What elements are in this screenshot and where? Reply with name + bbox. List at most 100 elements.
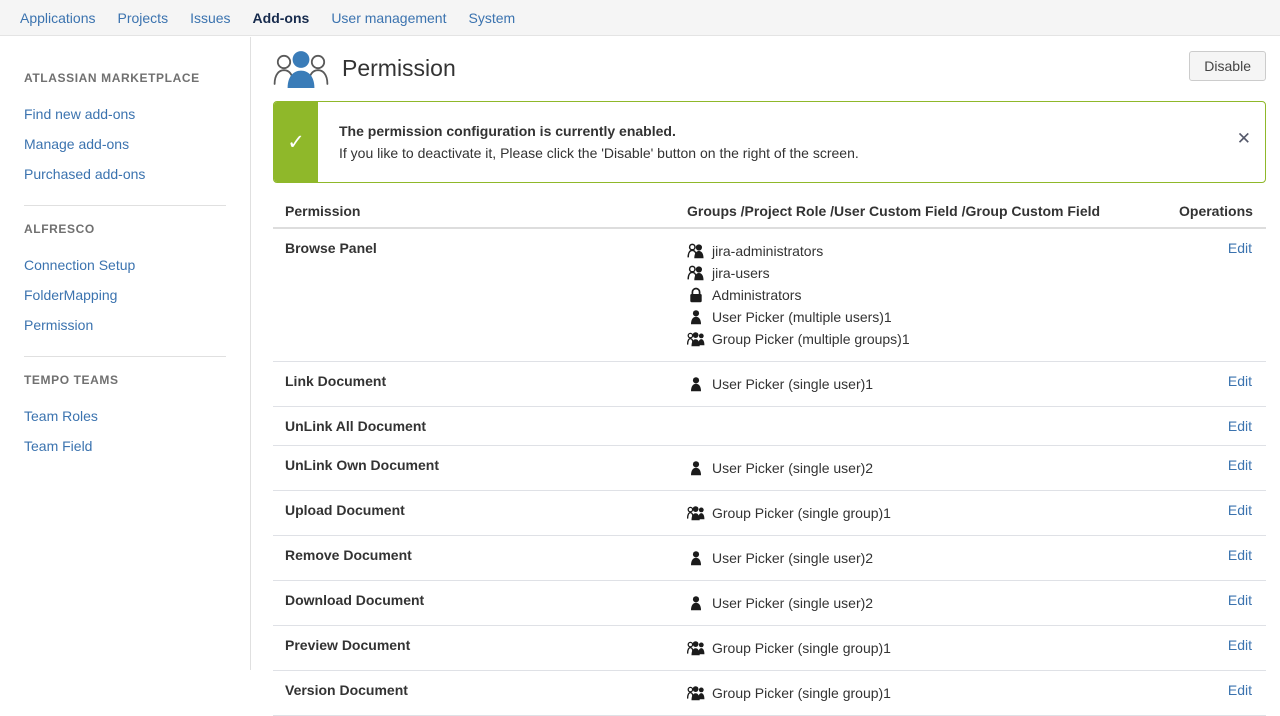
permission-name: Upload Document xyxy=(273,490,675,536)
sidebar-group-heading: TEMPO TEAMS xyxy=(24,373,119,387)
edit-link[interactable]: Edit xyxy=(1228,547,1252,563)
banner-title: The permission configuration is currentl… xyxy=(339,123,676,139)
sidebar-item-find-new-add-ons[interactable]: Find new add-ons xyxy=(0,99,250,129)
sidebar-group: ATLASSIAN MARKETPLACE Find new add-ons Man… xyxy=(0,71,250,189)
permissions-table: Permission Groups /Project Role /User Cu… xyxy=(273,197,1266,716)
permission-grants: User Picker (single user)2 xyxy=(675,445,1167,491)
top-nav-tab-label: User management xyxy=(331,10,447,26)
permission-name: UnLink Own Document xyxy=(273,445,675,491)
lock-icon xyxy=(687,287,705,303)
edit-link[interactable]: Edit xyxy=(1228,240,1252,256)
top-nav-tab-issues[interactable]: Issues xyxy=(179,0,241,36)
edit-link[interactable]: Edit xyxy=(1228,457,1252,473)
top-nav-tab-applications[interactable]: Applications xyxy=(9,0,107,36)
edit-link[interactable]: Edit xyxy=(1228,418,1252,434)
top-nav-tab-label: Projects xyxy=(117,10,169,26)
group-icon xyxy=(687,265,705,281)
grant-entry: Administrators xyxy=(687,284,1159,306)
top-nav-tab-label: System xyxy=(468,10,516,26)
grant-label: jira-users xyxy=(712,265,770,281)
grant-label: Administrators xyxy=(712,287,802,303)
sidebar-item-team-field[interactable]: Team Field xyxy=(0,431,250,461)
user-icon xyxy=(687,595,705,611)
permission-name: Preview Document xyxy=(273,625,675,671)
operations-cell: Edit xyxy=(1167,670,1266,716)
operations-cell: Edit xyxy=(1167,445,1266,491)
user-icon xyxy=(687,309,705,325)
operations-cell: Edit xyxy=(1167,535,1266,581)
grant-entry: Group Picker (single group)1 xyxy=(687,502,1159,524)
sidebar-item-purchased-add-ons[interactable]: Purchased add-ons xyxy=(0,159,250,189)
column-header-permission: Permission xyxy=(273,197,675,229)
grant-label: Group Picker (multiple groups)1 xyxy=(712,331,910,347)
sidebar-item-permission[interactable]: Permission xyxy=(0,310,250,340)
disable-button[interactable]: Disable xyxy=(1189,51,1266,81)
status-banner: ✓ The permission configuration is curren… xyxy=(273,101,1266,183)
edit-link[interactable]: Edit xyxy=(1228,502,1252,518)
permission-name: Download Document xyxy=(273,580,675,626)
sidebar-item-team-roles[interactable]: Team Roles xyxy=(0,401,250,431)
permission-name: UnLink All Document xyxy=(273,406,675,446)
operations-cell: Edit xyxy=(1167,490,1266,536)
top-nav-tab-label: Add-ons xyxy=(252,10,310,26)
sidebar: ATLASSIAN MARKETPLACE Find new add-ons Man… xyxy=(0,37,251,670)
check-icon: ✓ xyxy=(287,130,305,154)
sidebar-item-connection-setup[interactable]: Connection Setup xyxy=(0,250,250,280)
grant-label: User Picker (single user)2 xyxy=(712,460,874,476)
grant-entry: jira-administrators xyxy=(687,240,1159,262)
sidebar-item-manage-add-ons[interactable]: Manage add-ons xyxy=(0,129,250,159)
permission-grants: User Picker (single user)2 xyxy=(675,580,1167,626)
banner-subtitle: If you like to deactivate it, Please cli… xyxy=(339,145,859,161)
edit-link[interactable]: Edit xyxy=(1228,637,1252,653)
user-icon xyxy=(687,460,705,476)
grant-label: Group Picker (single group)1 xyxy=(712,640,891,656)
top-nav-tab-list: Applications Projects Issues Add-ons User ma… xyxy=(0,0,1280,45)
operations-cell: Edit xyxy=(1167,406,1266,446)
user-icon xyxy=(687,550,705,566)
grant-entry: Group Picker (multiple groups)1 xyxy=(687,328,1159,350)
permissions-table-body: Browse Panel jira-administrators jira-user… xyxy=(273,228,1266,716)
table-row: UnLink Own Document User Picker (single u… xyxy=(273,445,1266,491)
top-nav-tab-user-management[interactable]: User management xyxy=(320,0,457,36)
banner-status-strip: ✓ xyxy=(274,102,318,182)
edit-link[interactable]: Edit xyxy=(1228,592,1252,608)
sidebar-group-heading: ATLASSIAN MARKETPLACE xyxy=(24,71,200,85)
permission-name: Remove Document xyxy=(273,535,675,581)
operations-cell: Edit xyxy=(1167,580,1266,626)
permission-grants: Group Picker (single group)1 xyxy=(675,490,1167,536)
page-header: Permission Disable xyxy=(273,37,1266,100)
permission-grants: User Picker (single user)2 xyxy=(675,535,1167,581)
permission-name: Version Document xyxy=(273,670,675,716)
grant-entry: User Picker (single user)2 xyxy=(687,457,1159,479)
grant-label: Group Picker (single group)1 xyxy=(712,505,891,521)
main-content: Permission Disable ✓ The permission conf… xyxy=(252,37,1280,716)
grant-label: User Picker (single user)2 xyxy=(712,595,874,611)
permission-grants xyxy=(675,406,1167,446)
sidebar-divider xyxy=(24,205,226,206)
table-row: Remove Document User Picker (single user)… xyxy=(273,535,1266,581)
top-nav-tab-projects[interactable]: Projects xyxy=(107,0,180,36)
table-row: Version Document Group Picker (single gro… xyxy=(273,670,1266,716)
top-navigation-bar: Applications Projects Issues Add-ons User ma… xyxy=(0,0,1280,45)
close-icon[interactable]: ✕ xyxy=(1237,130,1251,147)
edit-link[interactable]: Edit xyxy=(1228,682,1252,698)
grant-label: User Picker (single user)1 xyxy=(712,376,874,392)
sidebar-item-foldermapping[interactable]: FolderMapping xyxy=(0,280,250,310)
page-title: Permission xyxy=(342,55,456,81)
grant-entry: User Picker (single user)2 xyxy=(687,592,1159,614)
group-multi-icon xyxy=(687,640,705,656)
grant-label: User Picker (single user)2 xyxy=(712,550,874,566)
operations-cell: Edit xyxy=(1167,625,1266,671)
column-header-operations: Operations xyxy=(1167,197,1266,229)
permission-grants: Group Picker (single group)1 xyxy=(675,625,1167,671)
grant-label: User Picker (multiple users)1 xyxy=(712,309,892,325)
permission-name: Link Document xyxy=(273,361,675,407)
table-header-row: Permission Groups /Project Role /User Cu… xyxy=(273,197,1266,229)
grant-entry: Group Picker (single group)1 xyxy=(687,682,1159,704)
edit-link[interactable]: Edit xyxy=(1228,373,1252,389)
grant-entry: Group Picker (single group)1 xyxy=(687,637,1159,659)
group-multi-icon xyxy=(687,505,705,521)
sidebar-divider xyxy=(24,356,226,357)
top-nav-tab-system[interactable]: System xyxy=(457,0,526,36)
top-nav-tab-add-ons[interactable]: Add-ons xyxy=(242,0,321,45)
